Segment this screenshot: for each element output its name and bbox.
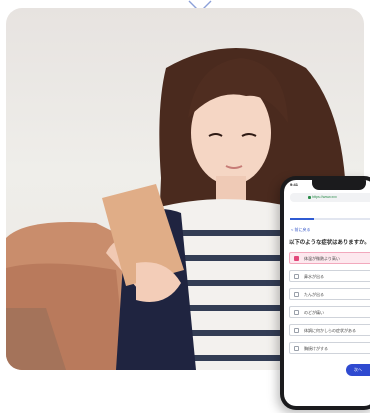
option-item[interactable]: 体調に何かしらの症状がある	[289, 324, 370, 336]
checkbox[interactable]	[294, 292, 299, 297]
url-bar[interactable]: https://www.xxx	[290, 193, 370, 202]
status-time: 9:41	[290, 182, 299, 187]
progress-bar	[290, 218, 370, 220]
option-item[interactable]: たんが出る	[289, 288, 370, 300]
option-label: 胸焼けがする	[304, 346, 328, 351]
option-item[interactable]: 体温が微熱より高い	[289, 252, 370, 264]
question-title: 以下のような症状はありますか。	[289, 240, 370, 246]
back-link[interactable]: < 前に戻る	[291, 227, 310, 233]
url-text: https://www.xxx	[312, 195, 337, 199]
next-button[interactable]: 次へ	[346, 364, 370, 376]
option-label: 体調に何かしらの症状がある	[304, 328, 356, 333]
option-label: たんが出る	[304, 292, 324, 297]
option-label: のどが痛い	[304, 310, 324, 315]
phone-mockup: 9:41 https://www.xxx < 前に戻る 以下のような症状はありま…	[280, 176, 370, 410]
lock-icon	[308, 196, 311, 199]
option-label: 鼻水が出る	[304, 274, 324, 279]
checkbox[interactable]	[294, 256, 299, 261]
checkbox[interactable]	[294, 310, 299, 315]
option-item[interactable]: 鼻水が出る	[289, 270, 370, 282]
checkbox[interactable]	[294, 274, 299, 279]
checkbox[interactable]	[294, 346, 299, 351]
progress-fill	[290, 218, 314, 220]
phone-screen: 9:41 https://www.xxx < 前に戻る 以下のような症状はありま…	[284, 180, 370, 406]
option-item[interactable]: 胸焼けがする	[289, 342, 370, 354]
option-label: 体温が微熱より高い	[304, 256, 340, 261]
phone-notch	[312, 180, 366, 190]
checkbox[interactable]	[294, 328, 299, 333]
option-item[interactable]: のどが痛い	[289, 306, 370, 318]
